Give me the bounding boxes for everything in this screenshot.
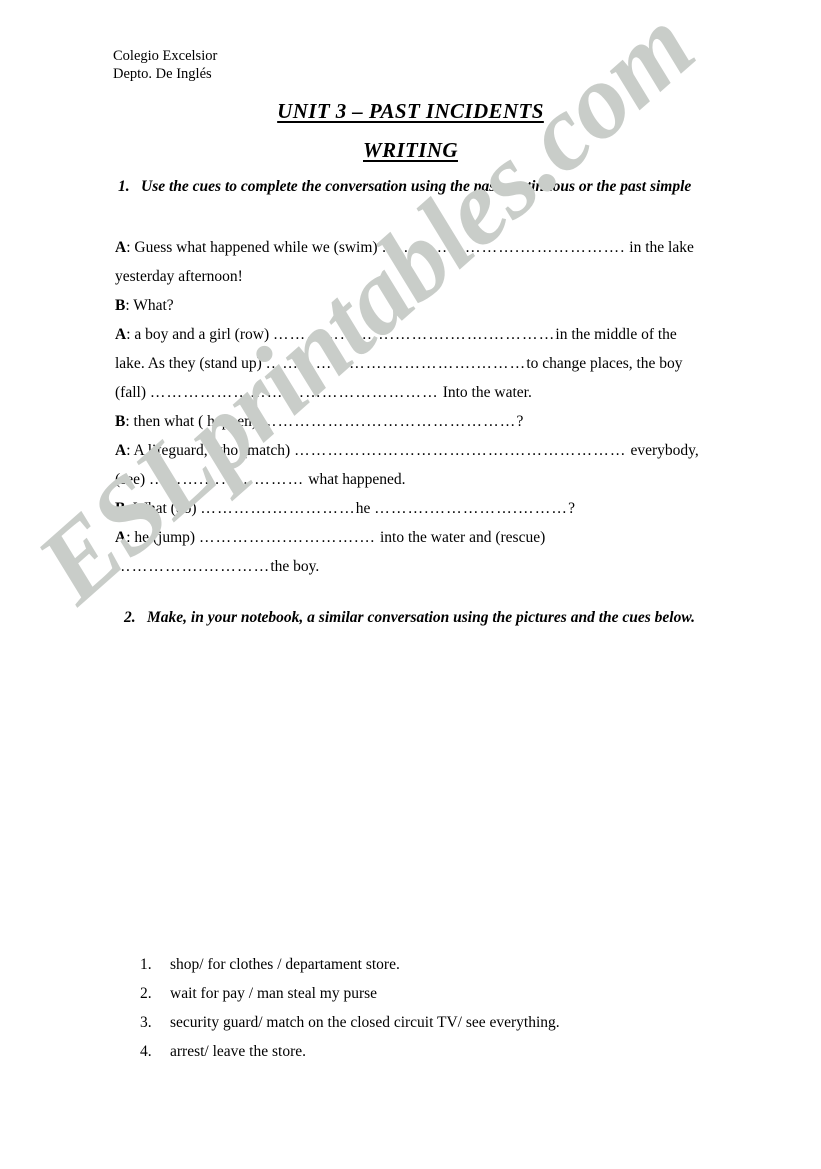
dialogue-text: what happened. <box>304 471 406 488</box>
answer-blank[interactable]: ……………….……………………… <box>261 413 517 430</box>
page-subtitle: WRITING <box>0 138 821 163</box>
cue-list-item-text: wait for pay / man steal my purse <box>170 985 378 1002</box>
cue-list-item-text: arrest/ leave the store. <box>170 1043 306 1060</box>
task-1-text: Use the cues to complete the conversatio… <box>141 178 692 195</box>
answer-blank[interactable]: …………….………… <box>115 558 270 575</box>
answer-blank[interactable]: ………………….…………….……… <box>266 355 527 372</box>
school-name: Colegio Excelsior <box>113 48 218 64</box>
dialogue-line: A: a boy and a girl (row) ………………….……….……… <box>115 320 700 407</box>
dialogue-text: ? <box>516 413 524 430</box>
document-content: Colegio Excelsior Depto. De Inglés UNIT … <box>0 0 821 1169</box>
worksheet-page: ESLprintables.com Colegio Excelsior Dept… <box>0 0 821 1169</box>
cue-list-item-number: 3. <box>140 1014 152 1031</box>
dialogue-text: : Guess what happened while we (swim) <box>126 239 382 256</box>
dialogue-speaker: A <box>115 529 127 546</box>
dialogue-text: : a boy and a girl (row) <box>126 326 273 343</box>
dialogue-text: : A lifeguard, who (match) <box>126 442 295 459</box>
dialogue-block: A: Guess what happened while we (swim) …… <box>115 233 700 581</box>
page-title-text: UNIT 3 – PAST INCIDENTS <box>277 99 544 123</box>
dialogue-line: B: then what ( happen) ……………….………………………? <box>115 407 700 436</box>
task-2-number: 2. <box>124 609 136 626</box>
task-2-instruction: 2. Make, in your notebook, a similar con… <box>124 603 724 632</box>
page-subtitle-text: WRITING <box>363 138 458 162</box>
dialogue-text: : then what ( happen) <box>125 413 261 430</box>
dialogue-speaker: A <box>115 442 127 459</box>
dialogue-text: he <box>355 500 375 517</box>
cue-list-item-number: 2. <box>140 985 152 1002</box>
dialogue-speaker: B <box>115 500 126 517</box>
dialogue-line: A: A lifeguard, who (match) …………….…………….… <box>115 436 700 494</box>
task-2-text: Make, in your notebook, a similar conver… <box>147 609 696 626</box>
school-header: Colegio Excelsior Depto. De Inglés <box>113 47 217 83</box>
answer-blank[interactable]: …………….………….… <box>199 529 376 546</box>
cue-list-item-text: security guard/ match on the closed circ… <box>170 1014 560 1031</box>
answer-blank[interactable]: ………………….……….…….………… <box>273 326 555 343</box>
cue-list-item-number: 1. <box>140 956 152 973</box>
dialogue-speaker: B <box>115 297 126 314</box>
dialogue-line: A: Guess what happened while we (swim) …… <box>115 233 700 291</box>
dialogue-text: the boy. <box>270 558 320 575</box>
cue-list-item: 4. arrest/ leave the store. <box>140 1037 700 1066</box>
dialogue-line: A: he (jump) …………….………….… into the water… <box>115 523 700 581</box>
cue-list-item: 1. shop/ for clothes / departament store. <box>140 950 700 979</box>
cue-list-item-text: shop/ for clothes / departament store. <box>170 956 400 973</box>
page-title: UNIT 3 – PAST INCIDENTS <box>0 99 821 124</box>
cue-list-item: 3. security guard/ match on the closed ci… <box>140 1008 700 1037</box>
dialogue-text: : he (jump) <box>126 529 199 546</box>
answer-blank[interactable]: …………….…………….…….………………… <box>294 442 627 459</box>
dialogue-speaker: A <box>115 326 127 343</box>
answer-blank[interactable]: ………….…………… <box>200 500 355 517</box>
department-name: Depto. De Inglés <box>113 66 212 82</box>
cue-list-item: 2. wait for pay / man steal my purse <box>140 979 700 1008</box>
dialogue-speaker: A <box>115 239 127 256</box>
dialogue-text: into the water and (rescue) <box>376 529 546 546</box>
dialogue-text: : What (do) <box>125 500 201 517</box>
answer-blank[interactable]: ……….……………… <box>149 471 304 488</box>
cue-list-item-number: 4. <box>140 1043 152 1060</box>
dialogue-line: B: What (do) ………….……………he ……….…………….………? <box>115 494 700 523</box>
dialogue-text: Into the water. <box>438 384 532 401</box>
dialogue-text: ? <box>568 500 576 517</box>
answer-blank[interactable]: …………………….……………………… <box>150 384 439 401</box>
answer-blank[interactable]: …………………….………………. <box>381 239 625 256</box>
answer-blank[interactable]: ……….…………….……… <box>374 500 568 517</box>
task-1-instruction: 1. Use the cues to complete the conversa… <box>118 172 718 201</box>
cue-list: 1. shop/ for clothes / departament store.… <box>140 950 700 1066</box>
task-1-number: 1. <box>118 178 130 195</box>
dialogue-speaker: B <box>115 413 126 430</box>
dialogue-line: B: What? <box>115 291 700 320</box>
dialogue-text: : What? <box>125 297 174 314</box>
